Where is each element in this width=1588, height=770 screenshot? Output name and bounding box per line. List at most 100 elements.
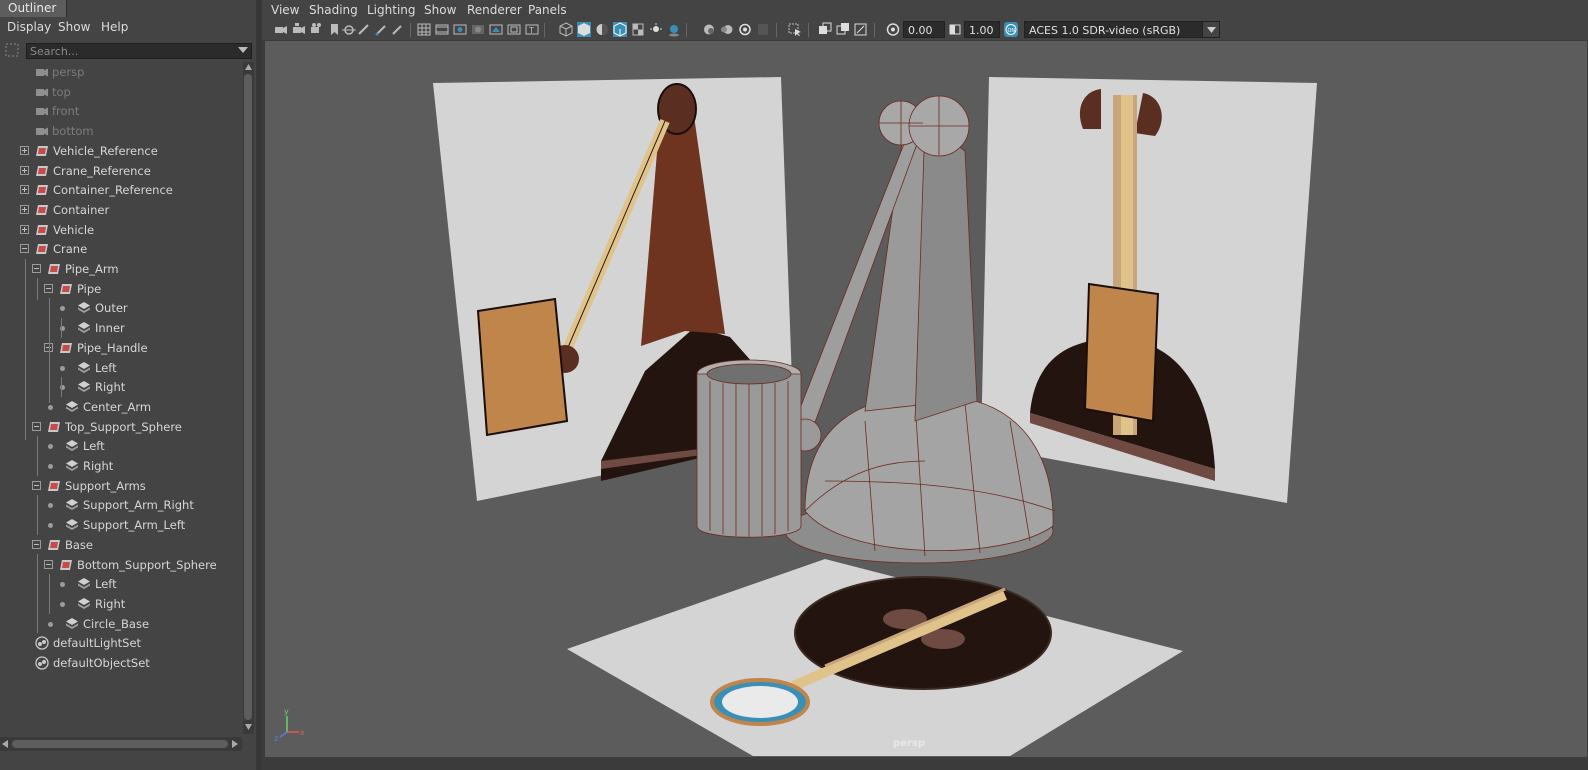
expand-toggle-icon[interactable] bbox=[32, 422, 41, 431]
expand-toggle-icon[interactable] bbox=[44, 560, 53, 569]
scroll-right-icon[interactable] bbox=[232, 740, 238, 748]
outliner-item-label: Right bbox=[95, 597, 126, 611]
depth-of-field-icon[interactable] bbox=[756, 22, 770, 37]
scroll-up-icon[interactable] bbox=[245, 64, 252, 70]
shadows-icon[interactable] bbox=[667, 22, 681, 37]
bookmarks-icon[interactable] bbox=[310, 22, 324, 37]
outliner-tab[interactable]: Outliner bbox=[0, 0, 67, 17]
front-reference-plane[interactable] bbox=[981, 77, 1317, 503]
outliner-item-left[interactable]: Left bbox=[0, 358, 242, 378]
scroll-down-icon[interactable] bbox=[245, 724, 252, 730]
group-icon bbox=[34, 144, 50, 158]
outliner-item-center-arm[interactable]: Center_Arm bbox=[0, 397, 242, 417]
motion-blur-icon[interactable] bbox=[720, 22, 734, 37]
outliner-item-outer[interactable]: Outer bbox=[0, 298, 242, 318]
xray-icon[interactable] bbox=[818, 22, 832, 37]
vertical-scroll-thumb[interactable] bbox=[244, 74, 252, 720]
expand-toggle-icon[interactable] bbox=[20, 244, 29, 253]
xray-active-icon[interactable] bbox=[836, 22, 850, 37]
outliner-item-top[interactable]: top bbox=[0, 82, 242, 102]
grease-pencil-icon[interactable] bbox=[356, 22, 370, 37]
top-reference-plane[interactable] bbox=[567, 559, 1183, 756]
menu-show-viewport[interactable]: Show bbox=[424, 3, 456, 17]
outliner-panel: Outliner Display Show Help Search... per… bbox=[0, 0, 256, 770]
menu-display[interactable]: Display bbox=[7, 20, 51, 34]
menu-view[interactable]: View bbox=[271, 3, 299, 17]
color-space-dropdown[interactable]: ACES 1.0 SDR-video (sRGB) bbox=[1024, 21, 1220, 38]
resolution-gate-icon[interactable] bbox=[453, 22, 467, 37]
expand-toggle-icon[interactable] bbox=[20, 185, 29, 194]
outliner-item-support-arms[interactable]: Support_Arms bbox=[0, 476, 242, 496]
expand-toggle-icon[interactable] bbox=[20, 225, 29, 234]
menu-panels[interactable]: Panels bbox=[528, 3, 567, 17]
select-camera-icon[interactable] bbox=[274, 22, 288, 37]
outliner-item-pipe-handle[interactable]: Pipe_Handle bbox=[0, 338, 242, 358]
outliner-item-right[interactable]: Right bbox=[0, 377, 242, 397]
outliner-item-defaultlightset[interactable]: defaultLightSet bbox=[0, 633, 242, 653]
anti-aliasing-icon[interactable] bbox=[738, 22, 752, 37]
color-space-dropdown-arrow[interactable] bbox=[1202, 21, 1220, 38]
pencil-icon[interactable] bbox=[374, 22, 388, 37]
scroll-left-icon[interactable] bbox=[2, 740, 8, 748]
grid-icon[interactable] bbox=[417, 22, 431, 37]
wireframe-icon[interactable] bbox=[559, 22, 573, 37]
default-material-icon[interactable] bbox=[595, 22, 609, 37]
outliner-item-defaultobjectset[interactable]: defaultObjectSet bbox=[0, 653, 242, 673]
menu-lighting[interactable]: Lighting bbox=[367, 3, 416, 17]
expand-toggle-icon[interactable] bbox=[32, 264, 41, 273]
gamma-icon[interactable] bbox=[948, 22, 962, 37]
field-chart-icon[interactable] bbox=[489, 22, 503, 37]
outliner-item-top-support-sphere[interactable]: Top_Support_Sphere bbox=[0, 417, 242, 437]
horizontal-scroll-thumb[interactable] bbox=[12, 740, 228, 748]
gate-mask-icon[interactable] bbox=[471, 22, 485, 37]
horizontal-scrollbar[interactable] bbox=[0, 737, 242, 751]
outliner-item-label: Container_Reference bbox=[53, 183, 173, 197]
outliner-item-inner[interactable]: Inner bbox=[0, 318, 242, 338]
screen-space-ao-icon[interactable] bbox=[702, 22, 716, 37]
gamma-field[interactable]: 1.00 bbox=[964, 21, 1000, 38]
expand-toggle-icon[interactable] bbox=[20, 146, 29, 155]
search-input[interactable]: Search... bbox=[26, 43, 252, 59]
outliner-item-bottom[interactable]: bottom bbox=[0, 121, 242, 141]
textured-icon[interactable] bbox=[631, 22, 645, 37]
expand-toggle-icon[interactable] bbox=[44, 284, 53, 293]
menu-show[interactable]: Show bbox=[58, 20, 90, 34]
outliner-item-vehicle[interactable]: Vehicle bbox=[0, 220, 242, 240]
2d-pan-zoom-icon[interactable] bbox=[342, 22, 356, 37]
outliner-item-vehicle-reference[interactable]: Vehicle_Reference bbox=[0, 141, 242, 161]
safe-title-icon[interactable]: T bbox=[525, 22, 539, 37]
outliner-item-container-reference[interactable]: Container_Reference bbox=[0, 180, 242, 200]
outliner-item-pipe-arm[interactable]: Pipe_Arm bbox=[0, 259, 242, 279]
safe-action-icon[interactable] bbox=[507, 22, 521, 37]
expand-toggle-icon[interactable] bbox=[20, 166, 29, 175]
outliner-item-base[interactable]: Base bbox=[0, 535, 242, 555]
outliner-item-persp[interactable]: persp bbox=[0, 62, 242, 82]
view-transform-icon[interactable]: ON bbox=[1004, 22, 1018, 37]
brush-icon[interactable] bbox=[390, 22, 404, 37]
smooth-shade-icon[interactable] bbox=[577, 22, 591, 37]
expand-toggle-icon[interactable] bbox=[32, 540, 41, 549]
film-gate-icon[interactable] bbox=[435, 22, 449, 37]
menu-help[interactable]: Help bbox=[101, 20, 128, 34]
vertical-scrollbar[interactable] bbox=[243, 62, 254, 734]
expand-toggle-icon[interactable] bbox=[20, 205, 29, 214]
outliner-item-front[interactable]: front bbox=[0, 101, 242, 121]
isolate-select-icon[interactable] bbox=[788, 22, 802, 37]
menu-renderer[interactable]: Renderer bbox=[467, 3, 522, 17]
search-options-arrow-icon[interactable] bbox=[238, 47, 248, 53]
image-plane-icon[interactable] bbox=[328, 22, 342, 37]
exposure-icon[interactable] bbox=[886, 22, 900, 37]
outliner-item-crane-reference[interactable]: Crane_Reference bbox=[0, 161, 242, 181]
wireframe-on-shaded-icon[interactable] bbox=[613, 22, 627, 37]
expand-toggle-icon[interactable] bbox=[32, 481, 41, 490]
exposure-field[interactable]: 0.00 bbox=[903, 21, 945, 38]
set-icon bbox=[34, 636, 50, 650]
menu-shading[interactable]: Shading bbox=[309, 3, 358, 17]
outliner-item-crane[interactable]: Crane bbox=[0, 239, 242, 259]
outliner-item-container[interactable]: Container bbox=[0, 200, 242, 220]
camera-attributes-icon[interactable] bbox=[292, 22, 306, 37]
filter-icon[interactable] bbox=[5, 43, 19, 57]
lights-icon[interactable] bbox=[649, 22, 663, 37]
xray-joints-icon[interactable] bbox=[854, 22, 868, 37]
3d-viewport[interactable]: y z x persp bbox=[265, 41, 1587, 757]
